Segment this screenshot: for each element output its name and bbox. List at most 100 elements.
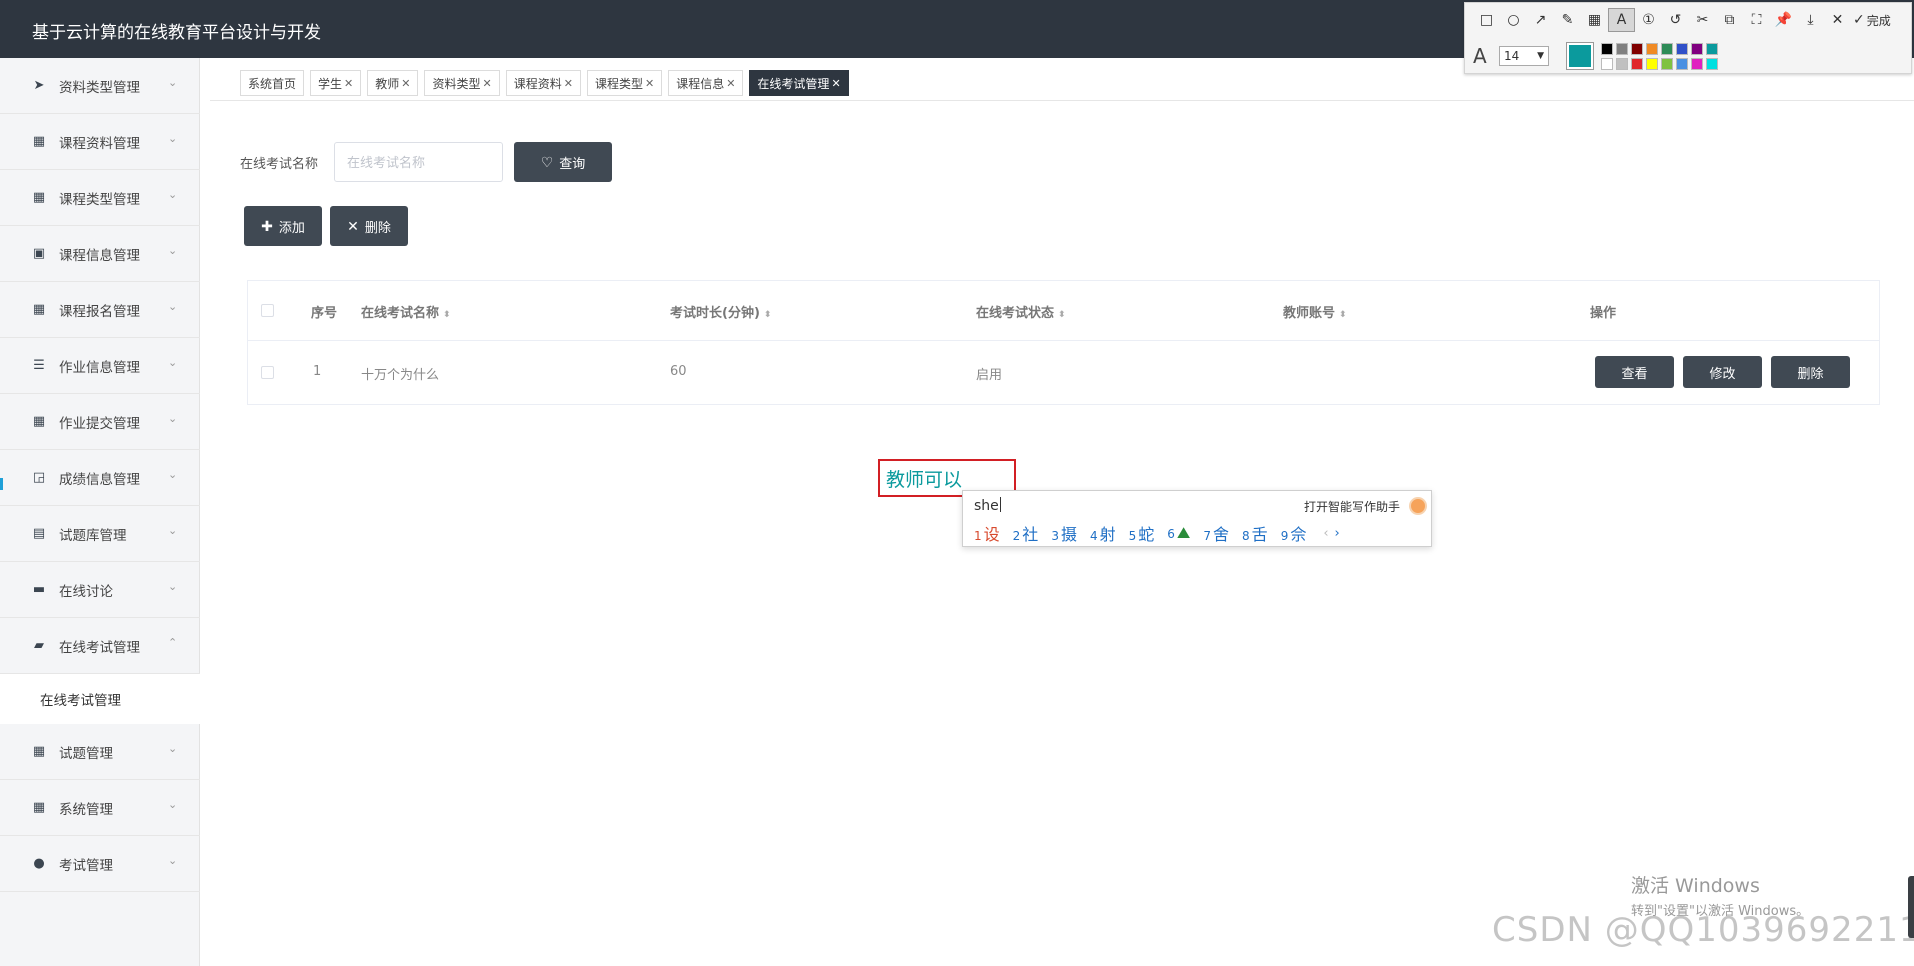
ime-logo-icon[interactable] [1409,497,1427,515]
cut-icon[interactable]: ✂ [1689,8,1716,32]
text-tool-icon[interactable]: A [1608,8,1635,32]
color-swatch[interactable] [1691,42,1703,55]
batch-delete-button[interactable]: ✕ 删除 [330,206,408,246]
sidebar-item[interactable]: ▦ 课程类型管理 ⌄ [0,170,200,226]
color-swatch[interactable] [1691,57,1703,70]
color-swatch[interactable] [1661,42,1673,55]
chevron-icon: ⌄ [168,580,178,593]
ime-candidate[interactable]: 1设 [974,521,1000,545]
sidebar-item[interactable]: ▦ 系统管理 ⌄ [0,780,200,836]
color-swatch[interactable] [1676,42,1688,55]
color-swatch[interactable] [1616,42,1628,55]
rectangle-tool-icon[interactable]: □ [1473,8,1500,32]
row-delete-button[interactable]: 删除 [1771,356,1850,388]
ime-candidate[interactable]: 3摄 [1051,521,1077,545]
view-button[interactable]: 查看 [1595,356,1674,388]
ime-candidate[interactable]: 9佘 [1281,521,1307,545]
sidebar-item[interactable]: ➤ 资料类型管理 ⌄ [0,58,200,114]
pen-tool-icon[interactable]: ✎ [1554,8,1581,32]
tab[interactable]: 教师 ✕ [367,70,419,96]
sidebar-item[interactable]: ▦ 课程报名管理 ⌄ [0,282,200,338]
ime-page-nav[interactable]: ‹ › [1323,526,1339,541]
sidebar-item[interactable]: ▰ 在线考试管理 ⌃ [0,618,200,674]
col-teacher[interactable]: 教师账号 ⬍ [1283,302,1347,321]
close-icon[interactable]: ✕ [483,77,492,90]
copy-icon[interactable]: ⧉ [1716,8,1743,32]
sort-icon: ⬍ [1058,310,1066,320]
tab[interactable]: 在线考试管理 ✕ [749,70,849,96]
select-all-checkbox[interactable] [261,304,274,317]
ellipse-tool-icon[interactable]: ○ [1500,8,1527,32]
ime-candidate[interactable]: 6 ⛰ [1167,523,1190,543]
sidebar-item[interactable]: ● 考试管理 ⌄ [0,836,200,892]
sidebar-item[interactable]: ▬ 在线讨论 ⌄ [0,562,200,618]
color-swatch[interactable] [1646,57,1658,70]
col-duration[interactable]: 考试时长(分钟) ⬍ [670,302,771,321]
sidebar-item[interactable]: ▤ 试题库管理 ⌄ [0,506,200,562]
close-icon[interactable]: ✕ [344,77,353,90]
font-size-select[interactable]: 14 ▼ [1499,46,1549,66]
close-icon[interactable]: ✕ [401,77,410,90]
close-icon[interactable]: ✕ [726,77,735,90]
color-swatch[interactable] [1706,42,1718,55]
color-swatch[interactable] [1631,42,1643,55]
download-icon[interactable]: ⤓ [1797,8,1824,32]
search-button[interactable]: ♡ 查询 [514,142,612,182]
color-swatch[interactable] [1706,57,1718,70]
exam-name-search-input[interactable] [334,142,503,182]
tab[interactable]: 课程信息 ✕ [668,70,744,96]
grid-icon: ▦ [32,744,46,759]
color-swatch[interactable] [1646,42,1658,55]
sidebar-item[interactable]: ☰ 作业信息管理 ⌄ [0,338,200,394]
fullscreen-icon[interactable]: ⛶ [1743,8,1770,32]
close-icon[interactable]: ✕ [645,77,654,90]
add-button[interactable]: ✚ 添加 [244,206,322,246]
tab[interactable]: 资料类型 ✕ [424,70,500,96]
grid-icon: ▦ [32,302,46,317]
grid-icon: ▦ [32,800,46,815]
ime-candidate[interactable]: 2社 [1013,521,1039,545]
done-button[interactable]: ✓ 完成 [1853,12,1891,29]
mosaic-tool-icon[interactable]: ▦ [1581,8,1608,32]
sidebar-item-label: 成绩信息管理 [59,471,140,488]
chevron-icon: ⌄ [168,188,178,201]
ime-candidate[interactable]: 8舌 [1242,521,1268,545]
sidebar-item[interactable]: ◲ 成绩信息管理 ⌄ [0,450,200,506]
undo-icon[interactable]: ↺ [1662,8,1689,32]
col-exam-name[interactable]: 在线考试名称 ⬍ [361,302,451,321]
sidebar-item[interactable]: ▦ 课程资料管理 ⌄ [0,114,200,170]
pin-icon[interactable]: 📌 [1770,8,1797,32]
close-icon[interactable]: ✕ [1824,8,1851,32]
tab[interactable]: 课程资料 ✕ [505,70,581,96]
ime-candidate[interactable]: 4射 [1090,521,1116,545]
close-icon[interactable]: ✕ [564,77,573,90]
color-swatch[interactable] [1601,57,1613,70]
col-status[interactable]: 在线考试状态 ⬍ [976,302,1066,321]
row-checkbox[interactable] [261,366,274,379]
sidebar-item[interactable]: ▦ 试题管理 ⌄ [0,724,200,780]
arrow-tool-icon[interactable]: ↗ [1527,8,1554,32]
color-swatch[interactable] [1616,57,1628,70]
color-swatch[interactable] [1661,57,1673,70]
sidebar-item[interactable]: ▣ 课程信息管理 ⌄ [0,226,200,282]
tab[interactable]: 系统首页 [240,70,305,96]
check-icon: ✓ [1853,12,1865,28]
sidebar-subitem-online-exam[interactable]: 在线考试管理 [0,674,200,724]
number-tool-icon[interactable]: ① [1635,8,1662,32]
color-swatch[interactable] [1601,42,1613,55]
color-swatch[interactable] [1631,57,1643,70]
chevron-icon: ⌄ [168,742,178,755]
tab[interactable]: 学生 ✕ [310,70,362,96]
current-color-swatch[interactable] [1566,42,1594,70]
ime-candidate[interactable]: 5蛇 [1129,521,1155,545]
color-swatch[interactable] [1676,57,1688,70]
edit-button[interactable]: 修改 [1683,356,1762,388]
ime-candidate[interactable]: 7舍 [1203,521,1229,545]
wallet-icon: ▰ [34,638,44,653]
sidebar-item[interactable]: ▦ 作业提交管理 ⌄ [0,394,200,450]
color-palette [1601,42,1718,70]
side-handle[interactable] [1908,876,1914,938]
ime-writing-assistant-link[interactable]: 打开智能写作助手 [1304,498,1400,515]
close-icon[interactable]: ✕ [831,77,840,90]
tab[interactable]: 课程类型 ✕ [586,70,663,96]
